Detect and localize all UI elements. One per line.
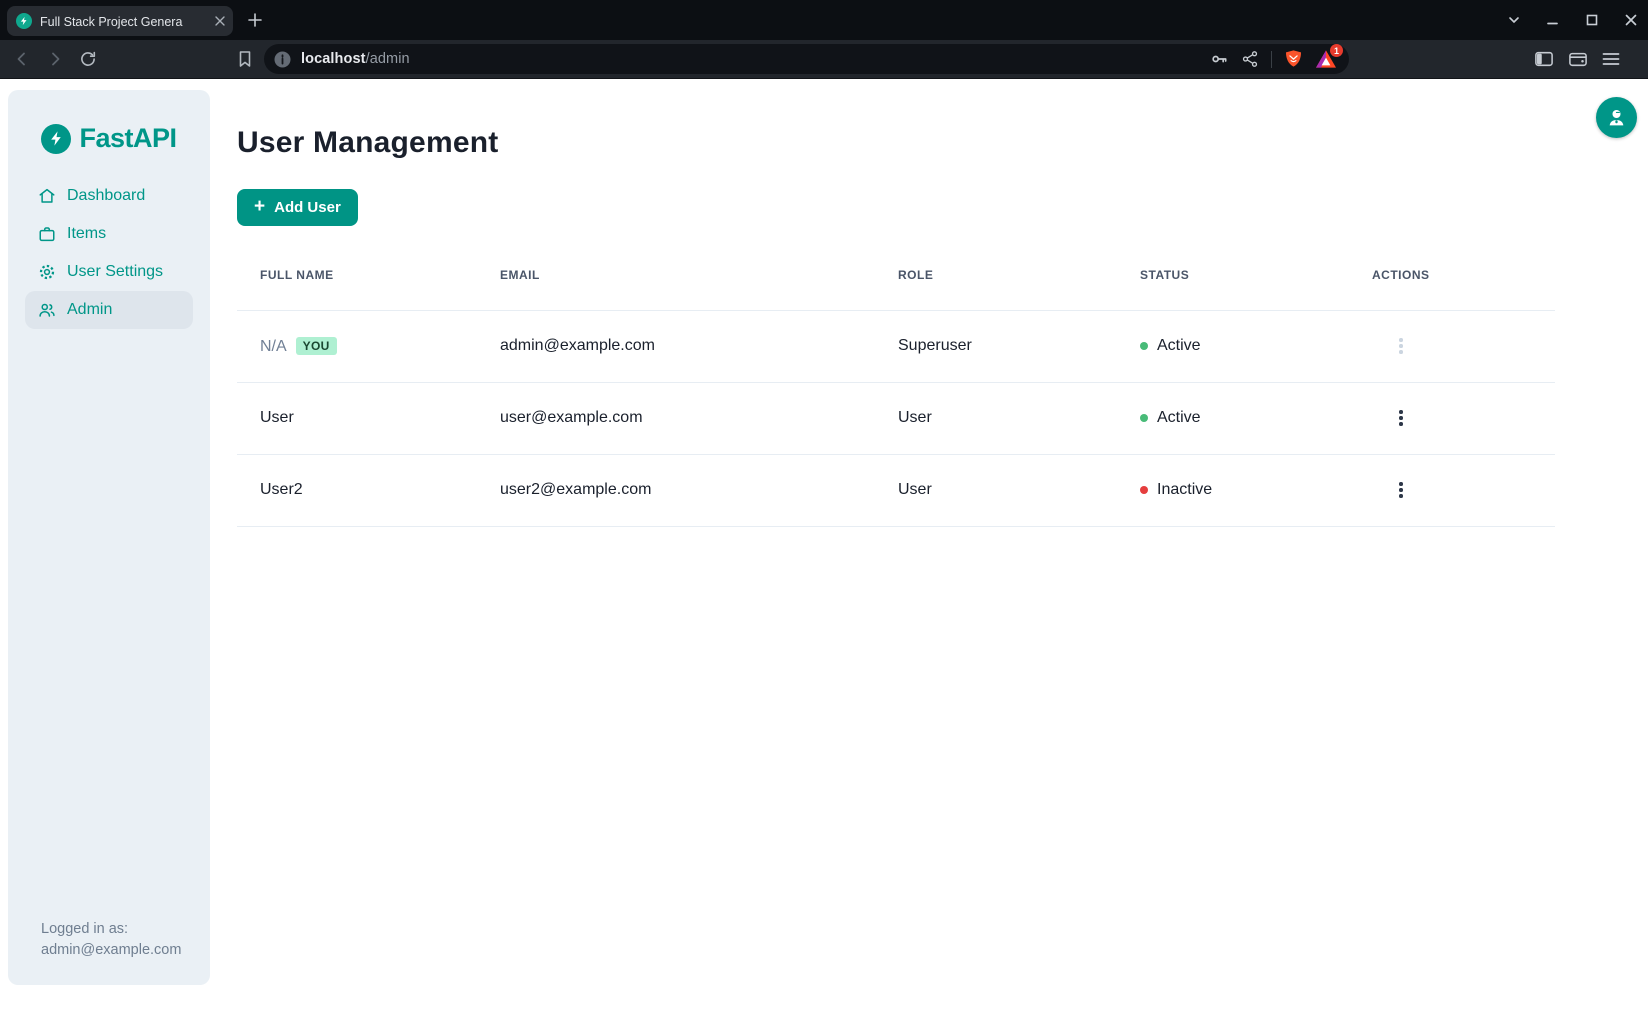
home-icon [38,187,56,205]
app-page: FastAPI Dashboard Items User Settings [0,80,1648,1025]
users-icon [38,301,56,319]
tab-bar: Full Stack Project Genera [0,0,1648,40]
fastapi-logo-icon [41,124,71,154]
col-header-role: Role [875,240,1117,310]
sidebar-toggle-icon[interactable] [1534,50,1554,68]
row-actions-menu-icon[interactable] [1389,404,1413,432]
row-actions-menu-icon[interactable] [1389,332,1413,360]
url-bar[interactable]: localhost/admin 1 [264,44,1349,74]
reload-icon[interactable] [76,47,100,71]
sidebar-item-admin[interactable]: Admin [25,291,193,329]
user-full-name: N/A [260,338,287,355]
table-row: N/A YOU admin@example.com Superuser Activ… [237,310,1555,382]
browser-toolbar: localhost/admin 1 [0,40,1648,79]
table-row: User2 user2@example.com User Inactive [237,454,1555,526]
table-row: User user@example.com User Active [237,382,1555,454]
forward-icon[interactable] [43,47,67,71]
col-header-email: Email [477,240,875,310]
status-dot [1140,486,1148,494]
menu-hamburger-icon[interactable] [1602,51,1620,67]
table-header-row: Full Name Email Role Status Actions [237,240,1555,310]
user-email: admin@example.com [477,310,875,382]
wallet-icon[interactable] [1568,50,1588,68]
status-text: Inactive [1157,481,1212,499]
logged-in-as: Logged in as: admin@example.com [41,919,181,961]
back-icon[interactable] [10,47,34,71]
briefcase-icon [38,225,56,243]
url-text: localhost/admin [301,51,410,67]
sidebar-item-user-settings[interactable]: User Settings [25,253,193,291]
col-header-status: Status [1117,240,1349,310]
page-title: User Management [237,126,1555,160]
fastapi-favicon-icon [16,13,32,29]
status-dot [1140,414,1148,422]
status-dot [1140,342,1148,350]
user-avatar-button[interactable] [1596,97,1637,138]
browser-tab[interactable]: Full Stack Project Genera [7,6,233,36]
logged-in-email: admin@example.com [41,940,181,961]
window-minimize-icon[interactable] [1546,13,1560,27]
add-user-button[interactable]: + Add User [237,189,358,226]
window-controls [1507,13,1648,27]
site-info-icon[interactable] [274,51,291,68]
sidebar-item-dashboard[interactable]: Dashboard [25,177,193,215]
user-email: user2@example.com [477,454,875,526]
plus-icon: + [254,197,265,216]
sidebar-item-items[interactable]: Items [25,215,193,253]
app-logo: FastAPI [8,123,210,154]
tab-close-icon[interactable] [215,16,225,26]
sidebar-nav: Dashboard Items User Settings Admin [8,177,210,329]
sidebar: FastAPI Dashboard Items User Settings [8,90,210,985]
main-content: User Management + Add User Full Name Ema… [237,80,1555,527]
gear-icon [38,263,56,281]
new-tab-icon[interactable] [247,12,263,28]
sidebar-item-label: Dashboard [67,187,145,205]
user-role: Superuser [875,310,1117,382]
col-header-full-name: Full Name [237,240,477,310]
sidebar-item-label: Admin [67,301,112,319]
sidebar-item-label: User Settings [67,263,163,281]
share-icon[interactable] [1241,50,1259,68]
logged-in-label: Logged in as: [41,919,181,940]
brave-rewards-icon[interactable]: 1 [1315,49,1337,69]
bookmark-icon[interactable] [237,50,253,68]
tab-search-chevron-icon[interactable] [1507,13,1521,27]
user-role: User [875,382,1117,454]
browser-chrome: Full Stack Project Genera [0,0,1648,80]
user-full-name: User2 [260,481,303,498]
password-key-icon[interactable] [1209,49,1229,69]
user-role: User [875,454,1117,526]
window-maximize-icon[interactable] [1585,13,1599,27]
sidebar-item-label: Items [67,225,106,243]
tab-title: Full Stack Project Genera [40,13,207,29]
rewards-badge: 1 [1330,44,1343,57]
you-badge: YOU [296,337,337,355]
col-header-actions: Actions [1349,240,1555,310]
logo-text: FastAPI [79,123,176,154]
status-text: Active [1157,337,1201,355]
row-actions-menu-icon[interactable] [1389,476,1413,504]
divider [1271,51,1272,68]
user-email: user@example.com [477,382,875,454]
users-table: Full Name Email Role Status Actions N/A Y… [237,240,1555,527]
window-close-icon[interactable] [1624,13,1638,27]
user-full-name: User [260,409,294,426]
brave-shields-icon[interactable] [1284,49,1303,70]
status-text: Active [1157,409,1201,427]
